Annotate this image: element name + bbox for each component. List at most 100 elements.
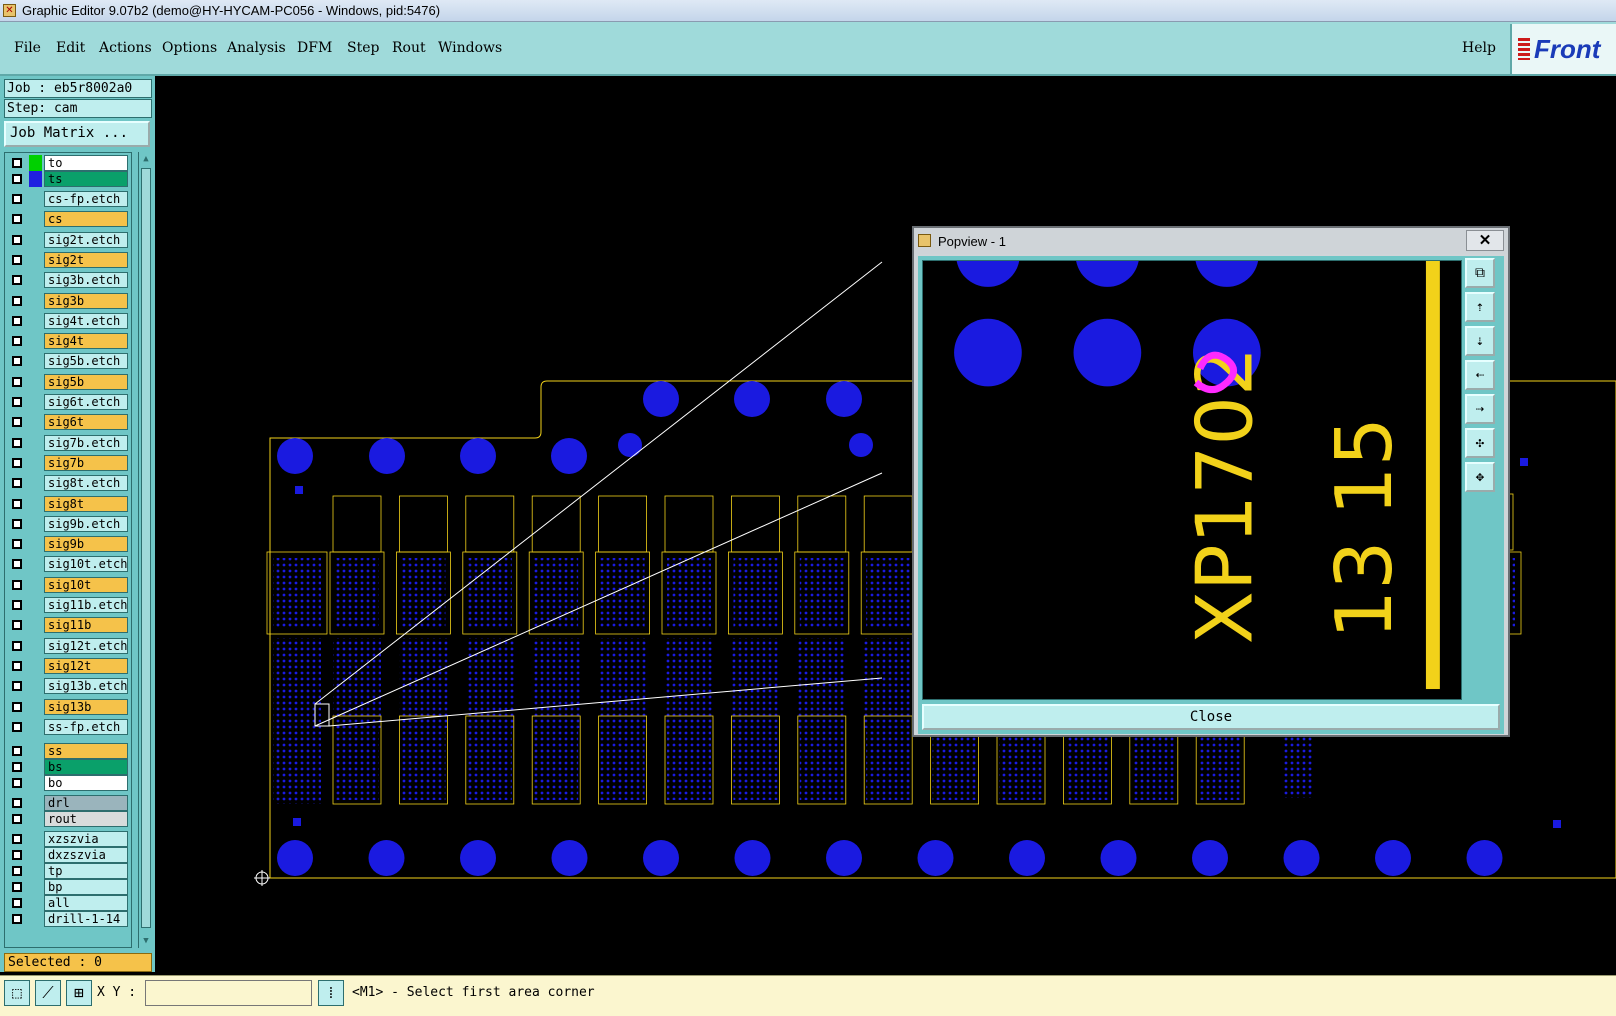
layer-name[interactable]: bo [44,775,128,792]
layer-name[interactable]: to [44,155,128,171]
scroll-up-icon[interactable]: ▲ [140,153,152,165]
layer-row-sig5b[interactable]: sig5b [8,373,132,390]
layer-row-drill-1-14[interactable]: drill-1-14 [8,911,132,928]
layer-checkbox[interactable] [12,914,22,925]
layer-row-drl[interactable]: drl [8,795,132,812]
layer-name[interactable]: sig11b [44,617,128,634]
layer-row-sig7b[interactable]: sig7b [8,454,132,471]
scroll-thumb[interactable] [141,168,151,928]
layer-row-all[interactable]: all [8,895,132,912]
layer-checkbox[interactable] [12,746,22,757]
layer-name[interactable]: sig9b [44,536,128,553]
layer-checkbox[interactable] [12,295,22,306]
layer-checkbox[interactable] [12,417,22,428]
layer-name[interactable]: sig6t [44,414,128,431]
layer-name[interactable]: sig5b.etch [44,353,128,370]
layer-row-dxzszvia[interactable]: dxzszvia [8,847,132,864]
layer-checkbox[interactable] [12,798,22,809]
popview-close-button[interactable]: Close [922,704,1500,730]
layer-name[interactable]: sig10t.etch [44,556,128,573]
layer-checkbox[interactable] [12,882,22,893]
layer-row-sig9b.etch[interactable]: sig9b.etch [8,515,132,532]
layer-name[interactable]: sig8t.etch [44,475,128,492]
info-icon[interactable]: ⁞ [318,980,344,1006]
layer-row-bp[interactable]: bp [8,879,132,896]
layer-row-sig3b.etch[interactable]: sig3b.etch [8,272,132,289]
layer-row-sig8t[interactable]: sig8t [8,495,132,512]
layer-checkbox[interactable] [12,315,22,326]
layer-name[interactable]: tp [44,863,128,880]
layer-name[interactable]: bs [44,759,128,776]
layer-row-xzszvia[interactable]: xzszvia [8,831,132,848]
pop-zoom-out-icon[interactable]: ⇣ [1465,326,1495,356]
layer-name[interactable]: sig12t [44,657,128,674]
layer-name[interactable]: cs-fp.etch [44,191,128,207]
layer-name[interactable]: sig12t.etch [44,637,128,654]
layer-checkbox[interactable] [12,660,22,671]
layer-row-sig9b[interactable]: sig9b [8,536,132,553]
layer-name[interactable]: xzszvia [44,831,128,848]
layer-row-sig2t.etch[interactable]: sig2t.etch [8,231,132,248]
layer-row-sig4t.etch[interactable]: sig4t.etch [8,312,132,329]
layer-name[interactable]: sig2t.etch [44,231,128,248]
layer-checkbox[interactable] [12,539,22,550]
layer-checkbox[interactable] [12,600,22,610]
menu-edit[interactable]: Edit [56,40,85,56]
menu-file[interactable]: File [14,40,41,56]
layer-checkbox[interactable] [12,579,22,590]
layer-name[interactable]: sig13b.etch [44,678,128,695]
layer-name[interactable]: cs [44,211,128,228]
layer-name[interactable]: sig7b.etch [44,434,128,451]
layer-name[interactable]: drl [44,795,128,812]
layer-name[interactable]: bp [44,879,128,896]
layer-checkbox[interactable] [12,762,22,773]
layer-checkbox[interactable] [12,275,22,286]
layer-checkbox[interactable] [12,898,22,909]
grid-icon[interactable]: ⊞ [66,980,92,1006]
layer-row-sig4t[interactable]: sig4t [8,333,132,350]
layer-name[interactable]: sig5b [44,373,128,390]
layer-name[interactable]: sig6t.etch [44,394,128,410]
layer-name[interactable]: ts [44,171,128,187]
scroll-down-icon[interactable]: ▼ [140,935,152,947]
layer-checkbox[interactable] [12,701,22,712]
menu-actions[interactable]: Actions [99,40,152,56]
layer-name[interactable]: rout [44,811,128,828]
layer-row-ss-fp.etch[interactable]: ss-fp.etch [8,718,132,735]
layer-row-sig5b.etch[interactable]: sig5b.etch [8,353,132,370]
layer-row-rout[interactable]: rout [8,811,132,828]
layer-checkbox[interactable] [12,640,22,651]
layer-checkbox[interactable] [12,518,22,529]
layer-name[interactable]: ss [44,743,128,760]
job-matrix-button[interactable]: Job Matrix ... [4,121,150,147]
zoom-box-icon[interactable]: ⬚ [4,980,30,1006]
layer-name[interactable]: dxzszvia [44,847,128,864]
layer-name[interactable]: sig11b.etch [44,597,128,613]
layer-checkbox[interactable] [12,814,22,825]
layer-checkbox[interactable] [12,457,22,468]
layer-checkbox[interactable] [12,234,22,245]
layer-row-bo[interactable]: bo [8,775,132,792]
layer-row-sig2t[interactable]: sig2t [8,251,132,268]
layer-name[interactable]: sig9b.etch [44,515,128,532]
layer-name[interactable]: drill-1-14 [44,911,128,928]
layer-row-sig11b.etch[interactable]: sig11b.etch [8,597,132,613]
layer-checkbox[interactable] [12,174,22,184]
menu-help[interactable]: Help [1462,40,1496,56]
layer-checkbox[interactable] [12,721,22,732]
layer-checkbox[interactable] [12,437,22,448]
menu-options[interactable]: Options [162,40,217,56]
layer-checkbox[interactable] [12,850,22,861]
layer-name[interactable]: sig3b.etch [44,272,128,289]
layer-row-to[interactable]: to [8,155,132,171]
layer-row-sig6t[interactable]: sig6t [8,414,132,431]
popview-close-icon[interactable]: ✕ [1466,230,1504,251]
xy-input[interactable] [145,980,312,1006]
menu-windows[interactable]: Windows [438,40,502,56]
pop-zoom-in-icon[interactable]: ⇡ [1465,292,1495,322]
layer-checkbox[interactable] [12,397,22,407]
layer-row-sig13b.etch[interactable]: sig13b.etch [8,678,132,695]
layer-checkbox[interactable] [12,254,22,265]
layer-name[interactable]: sig4t.etch [44,312,128,329]
popview-zoom-canvas[interactable]: XP1702 13 15 [922,260,1462,700]
